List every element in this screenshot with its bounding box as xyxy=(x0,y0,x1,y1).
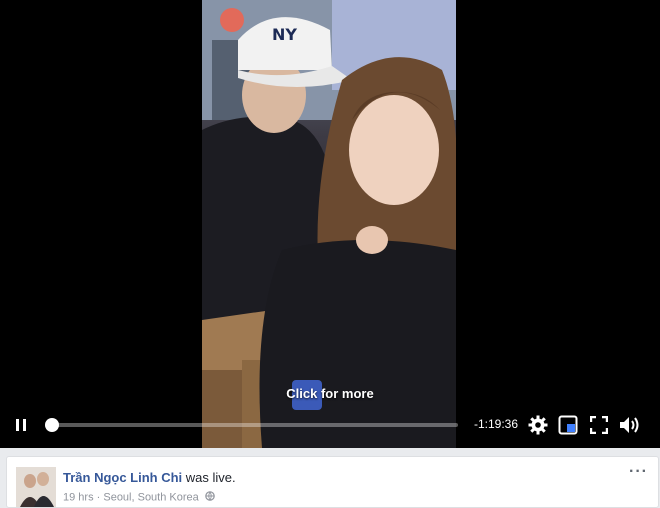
post-action-text: was live. xyxy=(182,470,236,485)
pause-button[interactable] xyxy=(10,416,32,434)
fullscreen-button[interactable] xyxy=(588,414,610,436)
post-location[interactable]: Seoul, South Korea xyxy=(103,491,198,503)
avatar[interactable] xyxy=(16,467,56,507)
live-video-frame[interactable]: NY xyxy=(202,0,456,448)
avatar-image xyxy=(16,467,56,507)
settings-button[interactable] xyxy=(527,414,549,436)
post-author-line: Trần Ngọc Linh Chi was live. xyxy=(63,470,236,485)
author-name-link[interactable]: Trần Ngọc Linh Chi xyxy=(63,470,182,485)
meta-separator: · xyxy=(93,491,104,504)
video-player[interactable]: NY Click for more -1:19:36 xyxy=(0,0,660,448)
picture-in-picture-icon xyxy=(558,415,578,435)
post-meta-line: 19 hrs · Seoul, South Korea xyxy=(63,491,215,504)
picture-in-picture-button[interactable] xyxy=(557,414,579,436)
gear-icon xyxy=(528,415,548,435)
time-remaining: -1:19:36 xyxy=(474,417,519,431)
progress-scrubber-handle[interactable] xyxy=(45,418,59,432)
post-timestamp[interactable]: 19 hrs xyxy=(63,491,94,503)
pause-icon xyxy=(14,419,28,431)
globe-icon xyxy=(205,491,215,504)
post-options-button[interactable]: ··· xyxy=(629,463,648,481)
progress-track[interactable] xyxy=(48,423,458,427)
volume-button[interactable] xyxy=(618,414,642,436)
post-header-card: Trần Ngọc Linh Chi was live. 19 hrs · Se… xyxy=(6,456,659,508)
click-for-more-overlay[interactable]: Click for more xyxy=(0,386,660,401)
volume-icon xyxy=(620,417,639,433)
fullscreen-icon xyxy=(590,416,608,434)
player-controls-bar: -1:19:36 xyxy=(0,406,660,442)
video-still: NY xyxy=(202,0,456,448)
svg-text:NY: NY xyxy=(272,25,297,44)
